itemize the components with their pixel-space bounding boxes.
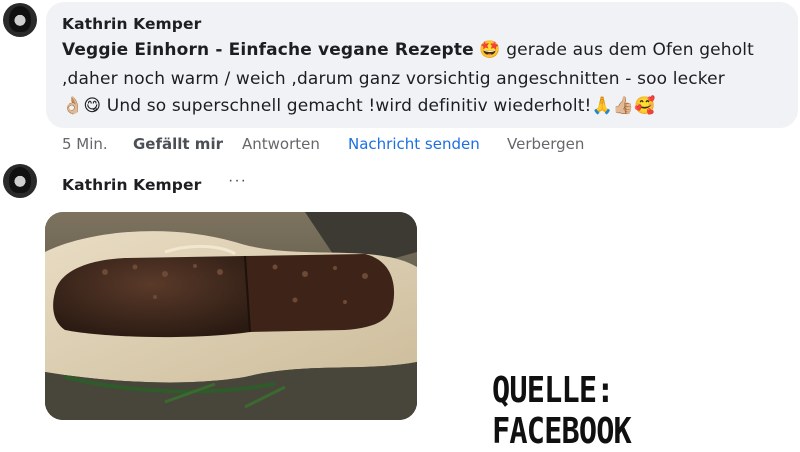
timestamp[interactable]: 5 Min.: [62, 135, 108, 153]
reply-button[interactable]: Antworten: [242, 135, 320, 153]
loaf-image: [45, 212, 417, 420]
comment-text: gerade aus dem Ofen geholt: [500, 40, 754, 60]
comment-author[interactable]: Kathrin Kemper: [62, 15, 201, 33]
hide-button[interactable]: Verbergen: [507, 135, 584, 153]
comment-text-line-3: 👌🏼😋 Und so superschnell gemacht !wird de…: [62, 96, 655, 116]
source-watermark: QUELLE: FACEBOOK: [492, 370, 632, 452]
comment-text-line-1: Veggie Einhorn - Einfache vegane Rezepte…: [62, 40, 754, 60]
like-button[interactable]: Gefällt mir: [133, 135, 223, 153]
more-options-icon[interactable]: ···: [228, 172, 247, 190]
send-message-button[interactable]: Nachricht senden: [348, 135, 480, 153]
ok-hand-emoji-icon: 👌🏼😋: [62, 96, 102, 116]
baked-loaf-photo[interactable]: [45, 212, 417, 420]
comment-text: Und so superschnell gemacht !wird defini…: [101, 96, 592, 116]
avatar[interactable]: [3, 164, 37, 198]
pray-thumbs-love-emoji-icon: 🙏👍🏼🥰: [591, 96, 656, 116]
star-struck-emoji-icon: 🤩: [479, 40, 501, 60]
avatar[interactable]: [3, 3, 37, 37]
comment-text-line-2: ,daher noch warm / weich ,darum ganz vor…: [62, 69, 725, 89]
reply-author[interactable]: Kathrin Kemper: [62, 176, 201, 194]
page-link[interactable]: Veggie Einhorn - Einfache vegane Rezepte: [62, 40, 474, 60]
